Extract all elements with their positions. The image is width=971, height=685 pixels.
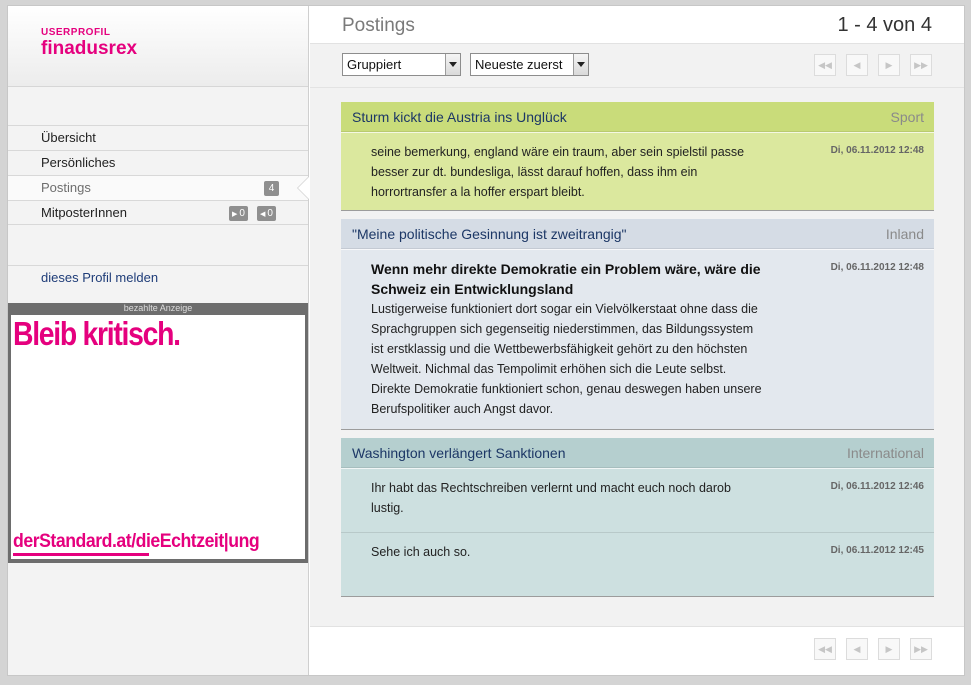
prev-page-button[interactable]: ◀ [846, 638, 868, 660]
posting-text: Lustigerweise funktioniert dort sogar ei… [371, 302, 762, 416]
thread-header: Washington verlängert Sanktionen Interna… [341, 438, 934, 468]
posting-date: Di, 06.11.2012 12:46 [830, 481, 924, 492]
double-left-icon: ◀◀ [818, 644, 832, 654]
followers-in-badge: ▶ 0 [229, 206, 248, 221]
left-icon: ◀ [853, 644, 861, 654]
posting-date: Di, 06.11.2012 12:48 [830, 262, 924, 273]
arrow-right-icon: ▶ [232, 211, 238, 218]
result-count: 1 - 4 von 4 [837, 14, 932, 36]
ad-underline [13, 553, 149, 556]
posting[interactable]: Sehe ich auch so. Di, 06.11.2012 12:45 [341, 532, 934, 596]
posting[interactable]: Wenn mehr direkte Demokratie ein Problem… [341, 249, 934, 429]
chevron-down-icon[interactable] [445, 54, 460, 75]
double-right-icon: ▶▶ [914, 60, 928, 70]
thread-category[interactable]: Sport [891, 109, 924, 125]
double-right-icon: ▶▶ [914, 644, 928, 654]
toolbar: Gruppiert Neueste zuerst ◀◀ ◀ ▶ ▶▶ [310, 44, 964, 88]
thread-group: Washington verlängert Sanktionen Interna… [341, 438, 934, 597]
thread-title-link[interactable]: Sturm kickt die Austria ins Unglück [352, 109, 567, 125]
posting-title: Wenn mehr direkte Demokratie ein Problem… [371, 261, 761, 297]
nav-item-mitposter[interactable]: MitposterInnen ▶ 0 ◀ 0 [8, 200, 308, 225]
next-page-button[interactable]: ▶ [878, 638, 900, 660]
profile-header: USERPROFIL finadusrex [8, 6, 308, 87]
nav-item-uebersicht[interactable]: Übersicht [8, 125, 308, 150]
ad-banner[interactable]: bezahlte Anzeige Bleib kritisch. derStan… [8, 303, 308, 563]
ad-slogan: Bleib kritisch. [13, 315, 181, 352]
ad-body[interactable]: Bleib kritisch. derStandard.at/dieEchtze… [11, 315, 305, 559]
thread-category[interactable]: Inland [886, 226, 924, 242]
thread-header: Sturm kickt die Austria ins Unglück Spor… [341, 102, 934, 132]
followers-out-badge: ◀ 0 [257, 206, 276, 221]
nav-item-label: Postings [41, 180, 91, 195]
main-header: Postings 1 - 4 von 4 [310, 6, 964, 44]
right-icon: ▶ [885, 644, 893, 654]
chevron-down-icon[interactable] [573, 54, 588, 75]
page-title: Postings [342, 15, 415, 36]
posting[interactable]: Ihr habt das Rechtschreiben verlernt und… [341, 468, 934, 532]
nav-item-label: Übersicht [41, 130, 96, 145]
thread-header: "Meine politische Gesinnung ist zweitran… [341, 219, 934, 249]
last-page-button[interactable]: ▶▶ [910, 638, 932, 660]
thread-group: "Meine politische Gesinnung ist zweitran… [341, 219, 934, 430]
report-profile-label: dieses Profil melden [41, 270, 159, 285]
main-footer: ◀◀ ◀ ▶ ▶▶ [310, 626, 964, 675]
group-select[interactable]: Gruppiert [342, 53, 461, 76]
profile-kicker: USERPROFIL [41, 27, 111, 38]
postings-count-badge: 4 [264, 181, 279, 196]
posting-date: Di, 06.11.2012 12:45 [830, 545, 924, 556]
sort-select[interactable]: Neueste zuerst [470, 53, 589, 76]
main-panel: Postings 1 - 4 von 4 Gruppiert Neueste z… [310, 6, 964, 675]
first-page-button[interactable]: ◀◀ [814, 638, 836, 660]
next-page-button[interactable]: ▶ [878, 54, 900, 76]
thread-category[interactable]: International [847, 445, 924, 461]
posting[interactable]: seine bemerkung, england wäre ein traum,… [341, 132, 934, 210]
thread-title-link[interactable]: Washington verlängert Sanktionen [352, 445, 566, 461]
active-arrow-icon [297, 176, 309, 200]
ad-url: derStandard.at/dieEchtzeit|ung [13, 531, 260, 552]
group-select-value: Gruppiert [347, 57, 402, 72]
thread-group: Sturm kickt die Austria ins Unglück Spor… [341, 102, 934, 211]
profile-name: finadusrex [41, 38, 138, 59]
window: USERPROFIL finadusrex Übersicht Persönli… [7, 5, 965, 676]
arrow-left-icon: ◀ [260, 211, 266, 218]
thread-title-link[interactable]: "Meine politische Gesinnung ist zweitran… [352, 226, 627, 242]
left-icon: ◀ [853, 60, 861, 70]
nav-item-persoenliches[interactable]: Persönliches [8, 150, 308, 175]
posting-date: Di, 06.11.2012 12:48 [830, 145, 924, 156]
posting-text: Ihr habt das Rechtschreiben verlernt und… [371, 481, 731, 515]
pager-bottom: ◀◀ ◀ ▶ ▶▶ [814, 638, 932, 660]
posting-text: Sehe ich auch so. [371, 545, 471, 559]
nav-item-label: Persönliches [41, 155, 116, 170]
last-page-button[interactable]: ▶▶ [910, 54, 932, 76]
postings-list: Sturm kickt die Austria ins Unglück Spor… [341, 102, 934, 605]
double-left-icon: ◀◀ [818, 60, 832, 70]
report-profile-link[interactable]: dieses Profil melden [8, 265, 308, 291]
nav-item-label: MitposterInnen [41, 205, 127, 220]
prev-page-button[interactable]: ◀ [846, 54, 868, 76]
sort-select-value: Neueste zuerst [475, 57, 563, 72]
posting-text: seine bemerkung, england wäre ein traum,… [371, 145, 745, 199]
profile-nav: Übersicht Persönliches Postings 4 Mitpos… [8, 125, 309, 225]
first-page-button[interactable]: ◀◀ [814, 54, 836, 76]
nav-item-postings[interactable]: Postings 4 [8, 175, 309, 200]
right-icon: ▶ [885, 60, 893, 70]
pager-top: ◀◀ ◀ ▶ ▶▶ [814, 54, 932, 76]
sidebar: USERPROFIL finadusrex Übersicht Persönli… [8, 6, 309, 675]
